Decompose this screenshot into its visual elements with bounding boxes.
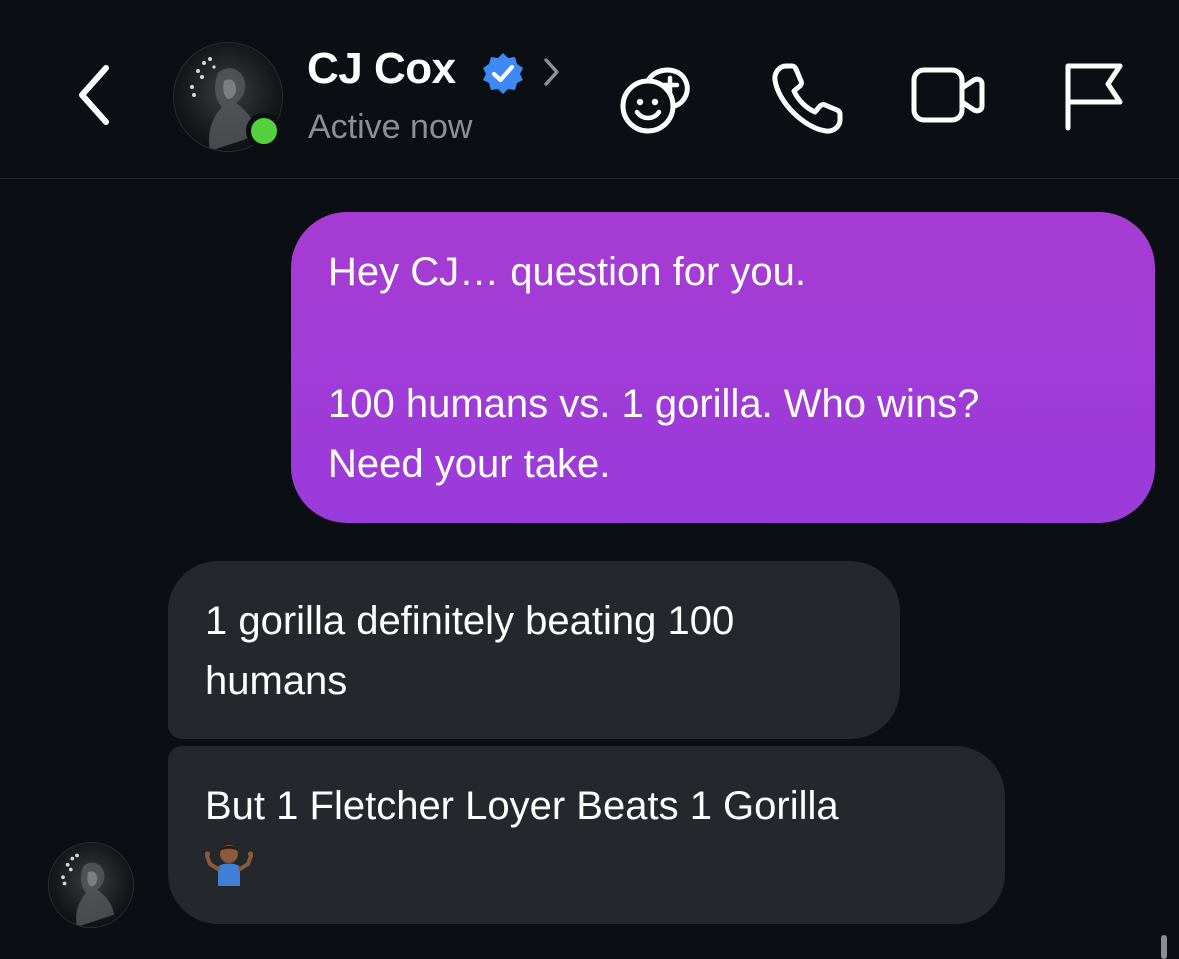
active-status: Active now xyxy=(308,108,473,146)
phone-icon xyxy=(772,63,843,134)
add-effects-icon xyxy=(620,67,690,134)
contact-name[interactable]: CJ Cox xyxy=(307,44,456,94)
video-icon xyxy=(911,67,985,123)
video-call-button[interactable] xyxy=(908,58,988,138)
incoming-message-bubble[interactable]: 1 gorilla definitely beating 100 humans xyxy=(168,561,900,739)
outgoing-message-bubble[interactable]: Hey CJ… question for you. 100 humans vs.… xyxy=(291,212,1155,523)
chevron-right-icon[interactable] xyxy=(538,54,564,90)
back-button[interactable] xyxy=(70,60,120,130)
scrollbar[interactable] xyxy=(1161,935,1167,959)
voice-call-button[interactable] xyxy=(768,58,848,138)
message-line: Hey CJ… question for you. xyxy=(328,250,806,294)
message-line: 1 gorilla definitely beating 100 xyxy=(205,599,735,643)
person-shrugging-emoji xyxy=(204,842,254,886)
dm-screen: CJ Cox Active now Hey CJ… question for y… xyxy=(0,0,1179,959)
message-line: But 1 Fletcher Loyer Beats 1 Gorilla xyxy=(205,784,839,828)
chat-header: CJ Cox Active now xyxy=(0,0,1179,179)
verified-badge-icon xyxy=(480,50,526,96)
message-line: humans xyxy=(205,659,348,703)
online-status-indicator xyxy=(246,113,282,149)
incoming-message-bubble[interactable]: But 1 Fletcher Loyer Beats 1 Gorilla xyxy=(168,746,1005,924)
message-line: Need your take. xyxy=(328,442,611,486)
flag-icon xyxy=(1065,63,1123,131)
chevron-left-icon xyxy=(79,65,109,125)
report-button[interactable] xyxy=(1056,58,1136,138)
message-line: 100 humans vs. 1 gorilla. Who wins? xyxy=(328,382,980,426)
add-effects-button[interactable] xyxy=(618,58,698,138)
sender-avatar[interactable] xyxy=(48,842,134,928)
